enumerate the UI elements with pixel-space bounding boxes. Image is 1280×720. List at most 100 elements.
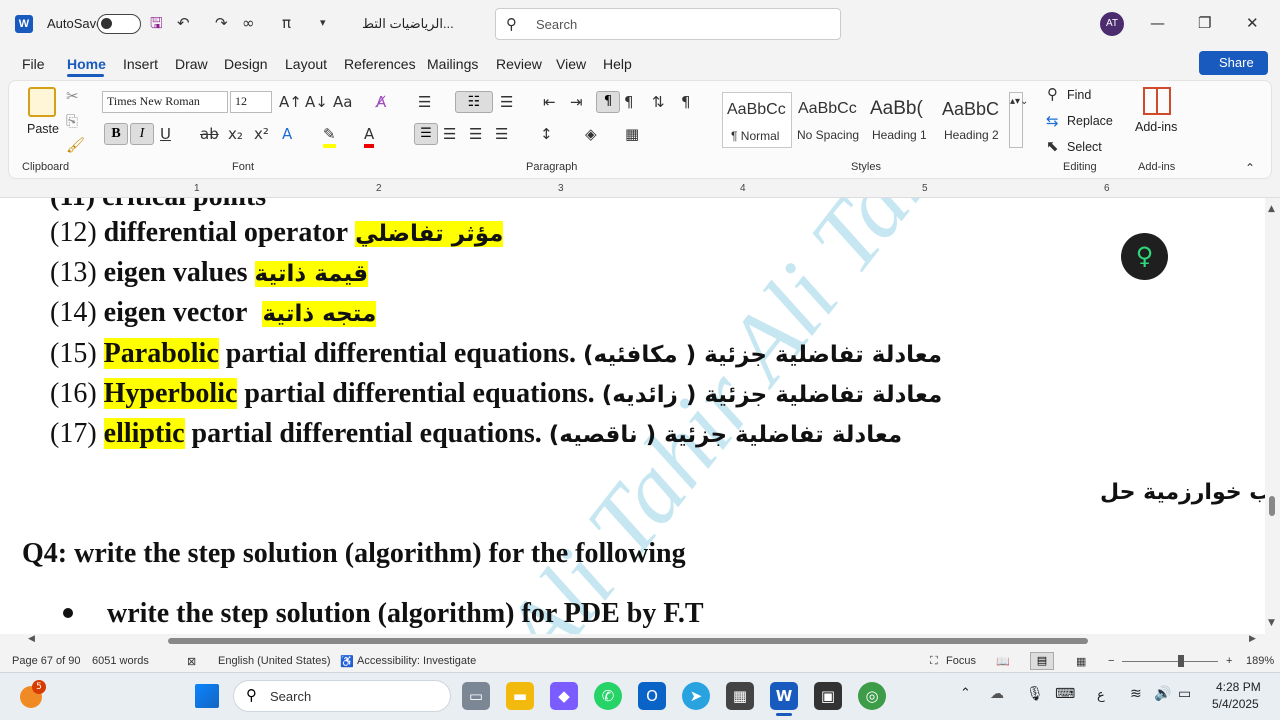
save-icon[interactable]: 🖫: [150, 13, 163, 33]
line-spacing-icon[interactable]: ↕: [540, 124, 553, 144]
share-button[interactable]: Share: [1199, 51, 1268, 75]
tab-file[interactable]: File: [22, 56, 45, 72]
keyboard-icon[interactable]: ⌨: [1055, 686, 1075, 702]
style-no-spacing[interactable]: AaBbCc No Spacing: [794, 92, 864, 148]
borders-icon[interactable]: ▦: [625, 124, 639, 144]
sort-icon[interactable]: ⇅: [652, 92, 665, 112]
zoom-out-icon[interactable]: −: [1108, 655, 1114, 667]
tab-mailings[interactable]: Mailings: [427, 56, 478, 72]
vertical-scrollbar[interactable]: ▲ ▼: [1265, 198, 1280, 634]
zoom-level[interactable]: 189%: [1246, 655, 1274, 667]
select-icon[interactable]: ⬉: [1046, 136, 1059, 156]
word-app-icon[interactable]: W: [770, 682, 798, 710]
copy-icon[interactable]: ⎘: [66, 111, 78, 131]
onedrive-icon[interactable]: ☁: [990, 686, 1004, 702]
italic-button[interactable]: I: [130, 123, 154, 145]
minimize-icon[interactable]: —: [1150, 13, 1165, 33]
styles-gallery-more-icon[interactable]: ▴▾⌄: [1009, 92, 1028, 148]
whatsapp-icon[interactable]: ✆: [594, 682, 622, 710]
bold-button[interactable]: B: [104, 123, 128, 145]
file-explorer-icon[interactable]: ▬: [506, 682, 534, 710]
pi-icon[interactable]: π: [282, 13, 291, 33]
find-icon[interactable]: ⚲: [1047, 84, 1058, 104]
tab-home[interactable]: Home: [67, 56, 106, 72]
ltr-paragraph-icon[interactable]: ¶: [624, 92, 634, 112]
align-right-icon[interactable]: ☰: [469, 124, 482, 144]
scroll-left-icon[interactable]: ◀: [28, 634, 35, 644]
addins-icon[interactable]: [1143, 87, 1171, 115]
tray-overflow-icon[interactable]: ⌃: [960, 686, 971, 701]
clock-time[interactable]: 4:28 PM: [1216, 680, 1261, 694]
clock-date[interactable]: 5/4/2025: [1212, 697, 1259, 711]
numbering-icon[interactable]: ☷: [455, 91, 493, 113]
increase-indent-icon[interactable]: ⇥: [570, 92, 583, 112]
grow-font-icon[interactable]: A↑: [279, 92, 302, 112]
strikethrough-icon[interactable]: ab: [200, 124, 219, 144]
search-box[interactable]: ⚲ Search: [495, 8, 841, 40]
language-indicator[interactable]: English (United States): [218, 655, 331, 667]
input-language[interactable]: ع: [1097, 688, 1105, 703]
print-layout-icon[interactable]: ▤: [1030, 652, 1054, 670]
replace-button[interactable]: Replace: [1067, 114, 1113, 128]
text-effects-icon[interactable]: A: [282, 124, 292, 144]
paste-label[interactable]: Paste: [27, 122, 59, 136]
focus-icon[interactable]: ⛶: [930, 655, 938, 668]
align-left-button[interactable]: ☰: [414, 123, 438, 145]
telegram-icon[interactable]: ➤: [682, 682, 710, 710]
close-icon[interactable]: ✕: [1246, 13, 1259, 33]
font-color-icon[interactable]: A: [364, 124, 375, 148]
task-view-icon[interactable]: ▭: [462, 682, 490, 710]
copilot-app-icon[interactable]: ◆: [550, 682, 578, 710]
select-button[interactable]: Select: [1067, 140, 1102, 154]
autosave-toggle[interactable]: [97, 14, 141, 34]
horizontal-scrollbar[interactable]: ◀ ▶: [0, 634, 1265, 648]
accessibility-status[interactable]: Accessibility: Investigate: [357, 655, 476, 667]
read-mode-icon[interactable]: 📖: [996, 655, 1010, 668]
outlook-icon[interactable]: O: [638, 682, 666, 710]
horizontal-ruler[interactable]: [0, 180, 1280, 198]
scroll-up-icon[interactable]: ▲: [1268, 204, 1275, 214]
format-painter-icon[interactable]: 🖌: [66, 135, 85, 155]
addins-button[interactable]: Add-ins: [1135, 120, 1177, 134]
tab-help[interactable]: Help: [603, 56, 632, 72]
zoom-slider-thumb[interactable]: [1178, 655, 1184, 667]
focus-button[interactable]: Focus: [946, 655, 976, 667]
restore-icon[interactable]: ❐: [1198, 13, 1211, 33]
tab-view[interactable]: View: [556, 56, 586, 72]
underline-icon[interactable]: U: [160, 124, 171, 144]
style-normal[interactable]: AaBbCc ¶ Normal: [722, 92, 792, 148]
clear-formatting-icon[interactable]: A̸: [376, 92, 386, 112]
copilot-icon[interactable]: ♀: [1121, 233, 1168, 280]
cut-icon[interactable]: ✂: [66, 86, 79, 106]
start-icon[interactable]: [195, 684, 219, 708]
page-count[interactable]: Page 67 of 90: [12, 655, 81, 667]
highlight-icon[interactable]: ✎: [323, 124, 336, 148]
bullets-icon[interactable]: ☰: [418, 92, 431, 112]
chrome-icon[interactable]: ◎: [858, 682, 886, 710]
horizontal-scroll-thumb[interactable]: [168, 638, 1088, 644]
font-size-combo[interactable]: 12: [230, 91, 272, 113]
tab-references[interactable]: References: [344, 56, 416, 72]
redo-icon[interactable]: ↷: [215, 13, 228, 33]
scroll-down-icon[interactable]: ▼: [1268, 618, 1275, 628]
proofing-icon[interactable]: ⊠: [187, 655, 196, 668]
store-icon[interactable]: ▦: [726, 682, 754, 710]
font-name-combo[interactable]: Times New Roman: [102, 91, 228, 113]
microphone-icon[interactable]: 🎙: [1026, 686, 1044, 702]
document-page[interactable]: Ali Tahir Ali Tahir (11) critical points…: [0, 198, 1265, 634]
find-button[interactable]: Find: [1067, 88, 1091, 102]
tab-review[interactable]: Review: [496, 56, 542, 72]
battery-icon[interactable]: ▭: [1178, 686, 1191, 702]
volume-icon[interactable]: 🔊: [1154, 686, 1171, 702]
tab-design[interactable]: Design: [224, 56, 268, 72]
shrink-font-icon[interactable]: A↓: [305, 92, 328, 112]
word-count[interactable]: 6051 words: [92, 655, 149, 667]
vertical-scroll-thumb[interactable]: [1269, 496, 1275, 516]
zoom-slider[interactable]: [1122, 661, 1218, 662]
rtl-paragraph-icon[interactable]: ¶: [596, 91, 620, 113]
document-title[interactable]: الرياضيات التط...: [362, 16, 454, 32]
justify-icon[interactable]: ☰: [495, 124, 508, 144]
customize-toolbar-icon[interactable]: ▾: [320, 13, 326, 33]
tab-draw[interactable]: Draw: [175, 56, 208, 72]
web-layout-icon[interactable]: ▦: [1076, 655, 1086, 668]
